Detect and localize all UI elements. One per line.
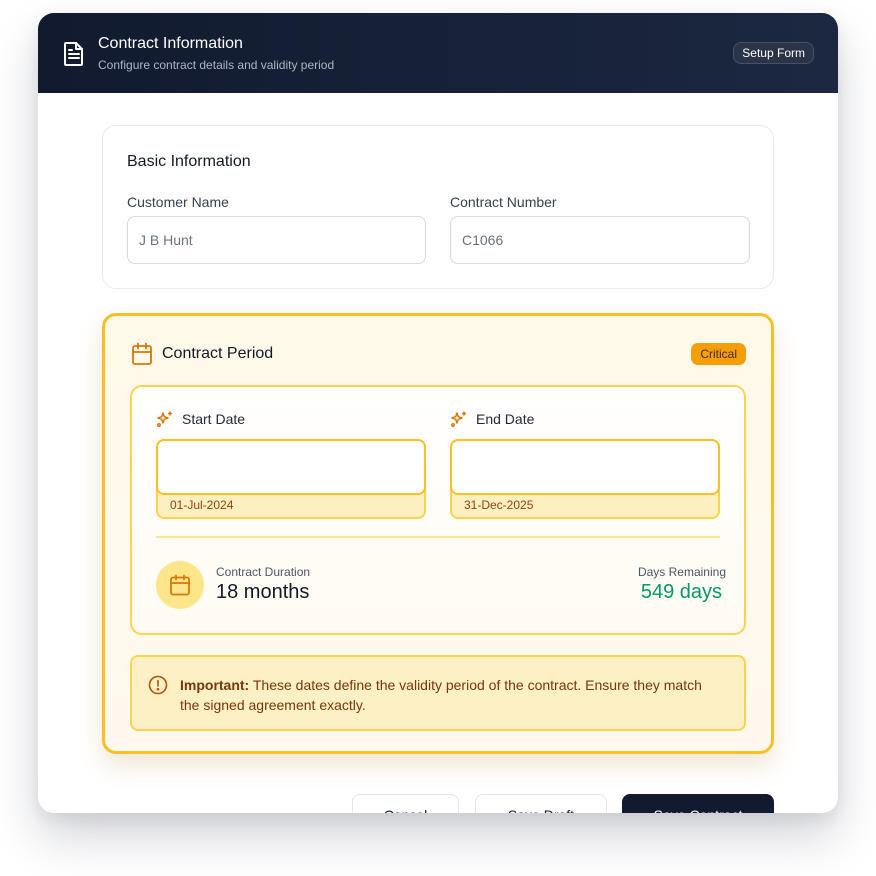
contract-modal: Contract Information Configure contract … bbox=[38, 13, 838, 813]
end-date-group: 31-Dec-2025 bbox=[450, 439, 720, 519]
important-label: Important: bbox=[180, 677, 250, 693]
sparkles-icon bbox=[157, 411, 173, 427]
contract-number-input[interactable] bbox=[450, 216, 750, 264]
contract-duration-value: 18 months bbox=[216, 581, 310, 603]
end-date-value: 31-Dec-2025 bbox=[464, 498, 534, 512]
modal-subtitle: Configure contract details and validity … bbox=[98, 58, 335, 72]
basic-information-title: Basic Information bbox=[127, 153, 251, 170]
start-date-label: Start Date bbox=[182, 411, 246, 427]
contract-period-title: Contract Period bbox=[162, 345, 274, 362]
contract-number-label: Contract Number bbox=[450, 194, 557, 210]
important-notice: Important: These dates define the validi… bbox=[130, 655, 746, 731]
start-date-label-row: Start Date bbox=[156, 410, 245, 428]
days-remaining-value: 549 days bbox=[640, 581, 722, 603]
contract-duration-label: Contract Duration bbox=[216, 565, 311, 579]
start-date-group: 01-Jul-2024 bbox=[156, 439, 426, 519]
setup-form-badge: Setup Form bbox=[733, 42, 814, 64]
cancel-button[interactable]: Cancel bbox=[352, 794, 459, 813]
important-message: These dates define the validity period o… bbox=[180, 677, 702, 713]
document-icon bbox=[64, 42, 83, 66]
end-date-label-row: End Date bbox=[450, 410, 534, 428]
contract-period-card: Contract Period Critical Start Date 01-J… bbox=[102, 313, 774, 754]
start-date-value: 01-Jul-2024 bbox=[170, 498, 234, 512]
important-notice-text: Important: These dates define the validi… bbox=[180, 675, 720, 715]
end-date-input[interactable] bbox=[450, 439, 720, 495]
save-contract-button[interactable]: Save Contract bbox=[622, 794, 774, 813]
duration-icon-circle bbox=[156, 561, 204, 609]
divider bbox=[156, 536, 720, 538]
modal-title: Contract Information bbox=[98, 35, 243, 52]
modal-header: Contract Information Configure contract … bbox=[38, 13, 838, 93]
date-selection-box: Start Date 01-Jul-2024 End Date 31-Dec-2… bbox=[130, 385, 746, 635]
start-date-input[interactable] bbox=[156, 439, 426, 495]
save-draft-button[interactable]: Save Draft bbox=[475, 794, 607, 813]
sparkles-icon bbox=[451, 411, 467, 427]
customer-name-input[interactable] bbox=[127, 216, 426, 264]
customer-name-label: Customer Name bbox=[127, 194, 229, 210]
end-date-label: End Date bbox=[476, 411, 535, 427]
days-remaining-label: Days Remaining bbox=[637, 565, 726, 579]
alert-circle-icon bbox=[148, 675, 168, 695]
calendar-icon bbox=[170, 574, 190, 596]
critical-badge: Critical bbox=[691, 343, 746, 365]
calendar-icon bbox=[132, 342, 152, 365]
basic-information-card: Basic Information Customer Name Contract… bbox=[102, 125, 774, 289]
